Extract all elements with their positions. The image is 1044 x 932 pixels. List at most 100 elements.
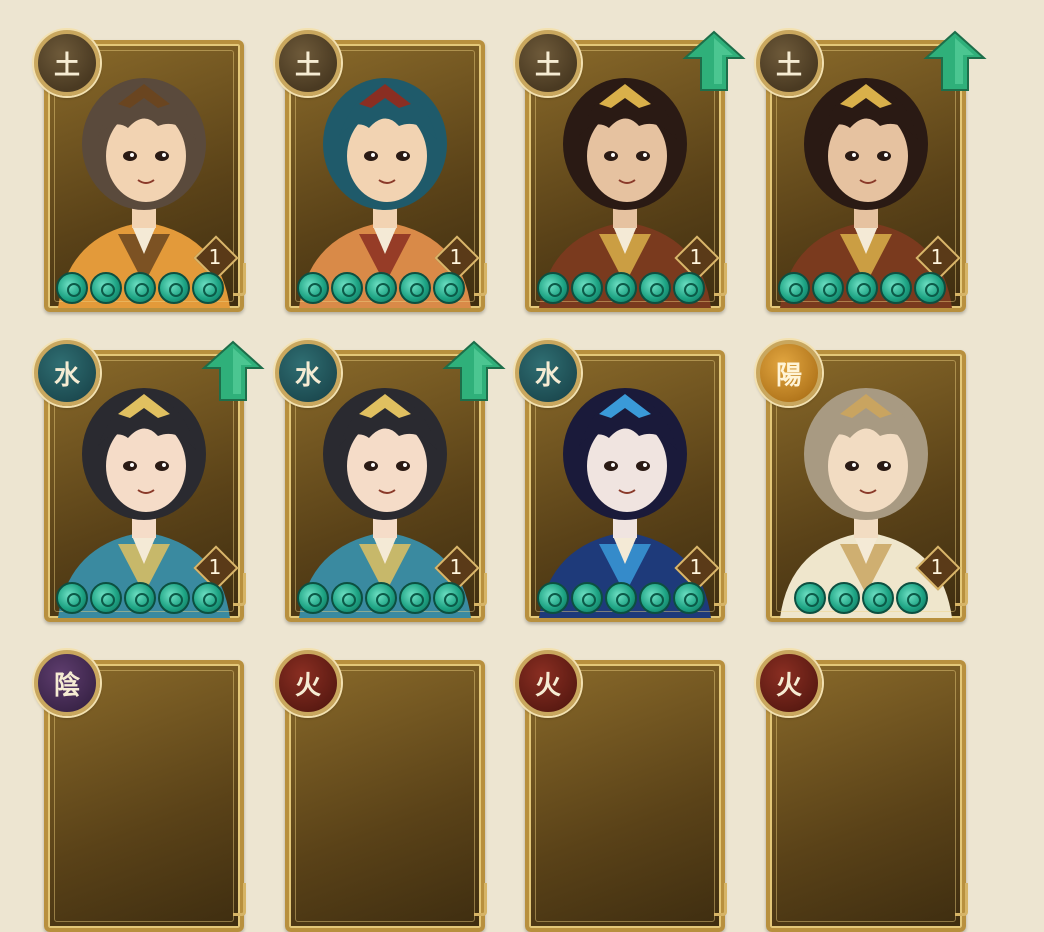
jade-star-icon bbox=[331, 582, 363, 614]
jade-star-icon bbox=[192, 582, 224, 614]
frame-corner-ornament bbox=[474, 883, 487, 916]
element-badge-icon: 土 bbox=[756, 30, 822, 96]
jade-star-icon bbox=[365, 272, 397, 304]
hero-card[interactable]: 火 bbox=[756, 650, 968, 932]
hero-card[interactable]: 土1 bbox=[275, 30, 487, 312]
jade-star-icon bbox=[571, 582, 603, 614]
jade-star-icon bbox=[605, 582, 637, 614]
jade-star-icon bbox=[297, 272, 329, 304]
frame-corner-ornament bbox=[955, 573, 968, 606]
hero-card[interactable]: 土1 bbox=[34, 30, 246, 312]
star-rank-row bbox=[297, 582, 465, 616]
frame-corner-ornament bbox=[714, 883, 727, 916]
jade-star-icon bbox=[537, 582, 569, 614]
star-rank-row bbox=[778, 272, 946, 306]
jade-star-icon bbox=[158, 582, 190, 614]
star-rank-row bbox=[537, 272, 705, 306]
jade-star-icon bbox=[56, 272, 88, 304]
level-number: 1 bbox=[449, 245, 463, 269]
frame-corner-ornament bbox=[714, 263, 727, 296]
level-number: 1 bbox=[930, 245, 944, 269]
element-badge-icon: 水 bbox=[515, 340, 581, 406]
jade-star-icon bbox=[90, 582, 122, 614]
frame-corner-ornament bbox=[233, 883, 246, 916]
element-badge-icon: 火 bbox=[275, 650, 341, 716]
jade-star-icon bbox=[192, 272, 224, 304]
jade-star-icon bbox=[124, 272, 156, 304]
level-number: 1 bbox=[930, 555, 944, 579]
level-number: 1 bbox=[689, 555, 703, 579]
level-badge: 1 bbox=[193, 545, 239, 591]
hero-card[interactable]: 水1 bbox=[275, 340, 506, 622]
level-badge: 1 bbox=[434, 235, 480, 281]
jade-star-icon bbox=[778, 272, 810, 304]
jade-star-icon bbox=[605, 272, 637, 304]
hero-card-grid: 土1土1土1土1水1水1水1陽1陰火火火 bbox=[0, 0, 1044, 932]
element-badge-icon: 陽 bbox=[756, 340, 822, 406]
hero-card[interactable]: 土1 bbox=[515, 30, 746, 312]
level-number: 1 bbox=[449, 555, 463, 579]
frame-corner-ornament bbox=[714, 573, 727, 606]
star-rank-row bbox=[56, 272, 224, 306]
jade-star-icon bbox=[639, 582, 671, 614]
jade-star-icon bbox=[365, 582, 397, 614]
jade-star-icon bbox=[896, 582, 928, 614]
level-badge: 1 bbox=[674, 235, 720, 281]
upgrade-arrow-icon[interactable] bbox=[200, 338, 266, 404]
level-badge: 1 bbox=[193, 235, 239, 281]
jade-star-icon bbox=[862, 582, 894, 614]
level-badge: 1 bbox=[915, 235, 961, 281]
element-badge-icon: 水 bbox=[34, 340, 100, 406]
hero-card[interactable]: 陽1 bbox=[756, 340, 968, 622]
jade-star-icon bbox=[828, 582, 860, 614]
element-badge-icon: 火 bbox=[756, 650, 822, 716]
level-number: 1 bbox=[208, 555, 222, 579]
jade-star-icon bbox=[399, 272, 431, 304]
star-rank-row bbox=[794, 582, 928, 616]
hero-card[interactable]: 火 bbox=[275, 650, 487, 932]
hero-card[interactable]: 水1 bbox=[34, 340, 265, 622]
upgrade-arrow-icon[interactable] bbox=[681, 28, 747, 94]
star-rank-row bbox=[297, 272, 465, 306]
jade-star-icon bbox=[331, 272, 363, 304]
element-badge-icon: 水 bbox=[275, 340, 341, 406]
level-badge: 1 bbox=[915, 545, 961, 591]
hero-card[interactable]: 水1 bbox=[515, 340, 727, 622]
element-badge-icon: 土 bbox=[515, 30, 581, 96]
jade-star-icon bbox=[90, 272, 122, 304]
jade-star-icon bbox=[433, 272, 465, 304]
element-badge-icon: 火 bbox=[515, 650, 581, 716]
jade-star-icon bbox=[158, 272, 190, 304]
jade-star-icon bbox=[880, 272, 912, 304]
element-badge-icon: 陰 bbox=[34, 650, 100, 716]
level-number: 1 bbox=[689, 245, 703, 269]
frame-corner-ornament bbox=[955, 883, 968, 916]
frame-corner-ornament bbox=[474, 263, 487, 296]
upgrade-arrow-icon[interactable] bbox=[441, 338, 507, 404]
frame-corner-ornament bbox=[233, 263, 246, 296]
jade-star-icon bbox=[399, 582, 431, 614]
level-badge: 1 bbox=[674, 545, 720, 591]
jade-star-icon bbox=[639, 272, 671, 304]
level-number: 1 bbox=[208, 245, 222, 269]
jade-star-icon bbox=[914, 272, 946, 304]
jade-star-icon bbox=[537, 272, 569, 304]
jade-star-icon bbox=[812, 272, 844, 304]
jade-star-icon bbox=[433, 582, 465, 614]
hero-card[interactable]: 土1 bbox=[756, 30, 987, 312]
jade-star-icon bbox=[56, 582, 88, 614]
element-badge-icon: 土 bbox=[275, 30, 341, 96]
frame-corner-ornament bbox=[955, 263, 968, 296]
hero-card[interactable]: 陰 bbox=[34, 650, 246, 932]
jade-star-icon bbox=[297, 582, 329, 614]
jade-star-icon bbox=[673, 582, 705, 614]
jade-star-icon bbox=[846, 272, 878, 304]
star-rank-row bbox=[56, 582, 224, 616]
level-badge: 1 bbox=[434, 545, 480, 591]
element-badge-icon: 土 bbox=[34, 30, 100, 96]
star-rank-row bbox=[537, 582, 705, 616]
upgrade-arrow-icon[interactable] bbox=[922, 28, 988, 94]
jade-star-icon bbox=[673, 272, 705, 304]
frame-corner-ornament bbox=[233, 573, 246, 606]
hero-card[interactable]: 火 bbox=[515, 650, 727, 932]
